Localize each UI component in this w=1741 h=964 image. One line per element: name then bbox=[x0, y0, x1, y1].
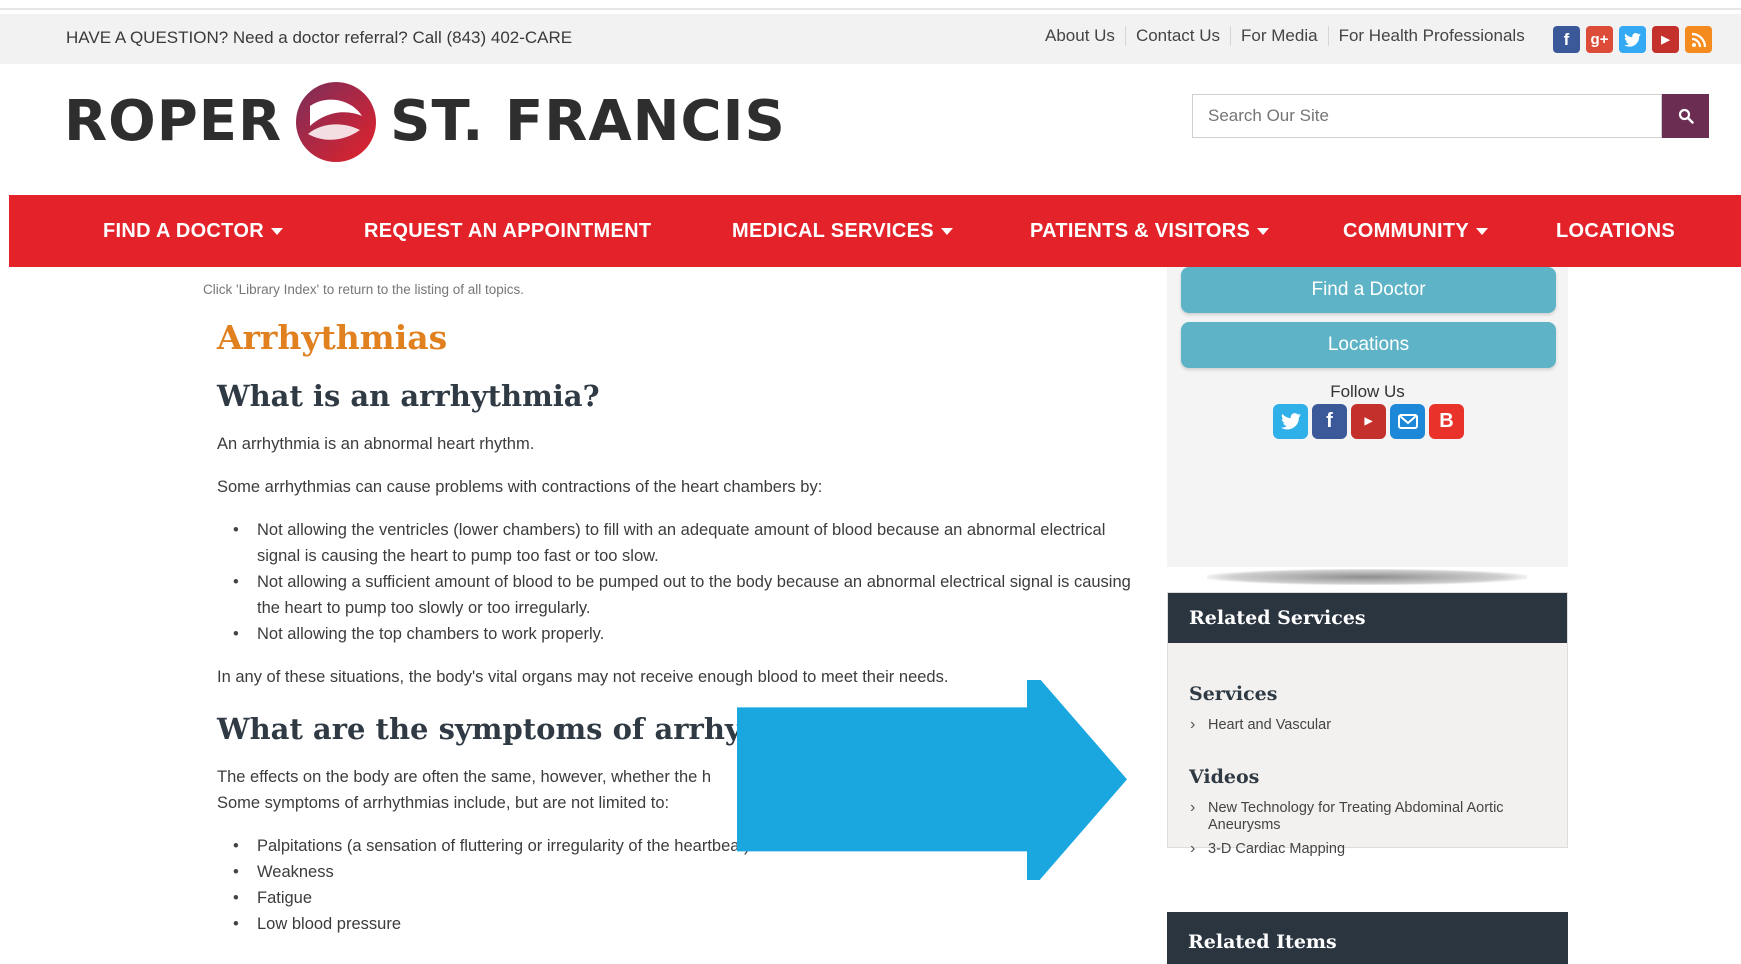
heading-what-is: What is an arrhythmia? bbox=[217, 379, 600, 413]
site-logo[interactable]: ROPER ST. FRANCIS bbox=[64, 76, 786, 166]
page-title: Arrhythmias bbox=[217, 318, 448, 357]
caret-down-icon bbox=[1257, 228, 1270, 235]
related-services-panel: Related Services Services Heart and Vasc… bbox=[1167, 592, 1568, 857]
for-health-professionals-link[interactable]: For Health Professionals bbox=[1327, 26, 1535, 46]
nav-community[interactable]: COMMUNITY bbox=[1343, 220, 1489, 243]
rss-icon[interactable] bbox=[1685, 26, 1712, 53]
google-plus-icon[interactable]: g+ bbox=[1586, 26, 1613, 53]
shadow-divider bbox=[1207, 569, 1527, 585]
for-media-link[interactable]: For Media bbox=[1230, 26, 1328, 46]
facebook-icon[interactable]: f bbox=[1312, 404, 1347, 439]
list-item: Not allowing the ventricles (lower chamb… bbox=[217, 517, 1132, 569]
logo-st-francis: ST. FRANCIS bbox=[390, 88, 786, 154]
logo-mark-icon bbox=[296, 82, 377, 162]
nav-label: FIND A DOCTOR bbox=[103, 220, 264, 242]
find-a-doctor-button[interactable]: Find a Doctor bbox=[1181, 267, 1556, 313]
referral-question: HAVE A QUESTION? Need a doctor referral?… bbox=[66, 28, 573, 47]
twitter-icon[interactable] bbox=[1273, 404, 1308, 439]
nav-locations[interactable]: LOCATIONS bbox=[1556, 220, 1675, 243]
follow-us-label: Follow Us bbox=[1330, 382, 1405, 401]
caret-down-icon bbox=[270, 228, 283, 235]
nav-label: MEDICAL SERVICES bbox=[732, 220, 934, 242]
list-item: Low blood pressure bbox=[217, 911, 1132, 937]
search-icon bbox=[1678, 108, 1694, 124]
twitter-icon[interactable] bbox=[1619, 26, 1646, 53]
video-link[interactable]: 3-D Cardiac Mapping bbox=[1168, 840, 1567, 858]
top-border bbox=[0, 0, 1741, 10]
services-heading: Services bbox=[1189, 683, 1278, 705]
paragraph: Some arrhythmias can cause problems with… bbox=[217, 478, 823, 496]
video-link[interactable]: New Technology for Treating Abdominal Ao… bbox=[1168, 799, 1538, 834]
service-link[interactable]: Heart and Vascular bbox=[1168, 716, 1567, 734]
nav-patients-visitors[interactable]: PATIENTS & VISITORS bbox=[1030, 220, 1270, 243]
blogger-icon[interactable]: B bbox=[1429, 404, 1464, 439]
facebook-icon[interactable]: f bbox=[1553, 26, 1580, 53]
page: HAVE A QUESTION? Need a doctor referral?… bbox=[0, 0, 1741, 964]
nav-find-a-doctor[interactable]: FIND A DOCTOR bbox=[103, 220, 283, 243]
search-input[interactable] bbox=[1193, 95, 1661, 137]
library-index-note: Click 'Library Index' to return to the l… bbox=[203, 282, 525, 297]
related-items-heading: Related Items bbox=[1167, 912, 1568, 964]
about-us-link[interactable]: About Us bbox=[1035, 26, 1125, 46]
search-box bbox=[1192, 94, 1662, 138]
nav-label: COMMUNITY bbox=[1343, 220, 1470, 242]
utility-links: About Us Contact Us For Media For Health… bbox=[1035, 26, 1535, 46]
nav-label: REQUEST AN APPOINTMENT bbox=[364, 220, 652, 242]
videos-heading: Videos bbox=[1189, 766, 1260, 788]
logo-roper: ROPER bbox=[64, 88, 283, 154]
contact-us-link[interactable]: Contact Us bbox=[1124, 26, 1230, 46]
nav-medical-services[interactable]: MEDICAL SERVICES bbox=[732, 220, 953, 243]
list-item: Not allowing the top chambers to work pr… bbox=[217, 621, 1132, 647]
list-item: Not allowing a sufficient amount of bloo… bbox=[217, 569, 1132, 621]
arrow-overlay-icon bbox=[737, 680, 1127, 880]
youtube-icon[interactable]: ▶ bbox=[1351, 404, 1386, 439]
email-icon[interactable] bbox=[1390, 404, 1425, 439]
youtube-icon[interactable]: ▶ bbox=[1652, 26, 1679, 53]
nav-request-appointment[interactable]: REQUEST AN APPOINTMENT bbox=[364, 220, 651, 243]
related-services-heading: Related Services bbox=[1168, 593, 1567, 643]
search-button[interactable] bbox=[1662, 94, 1709, 138]
social-links: f g+ ▶ bbox=[1553, 26, 1712, 53]
sidebar: Find a Doctor Locations Follow Us f ▶ B … bbox=[1167, 267, 1568, 964]
caret-down-icon bbox=[1476, 228, 1489, 235]
locations-button[interactable]: Locations bbox=[1181, 322, 1556, 368]
caret-down-icon bbox=[940, 228, 953, 235]
list-item: Fatigue bbox=[217, 885, 1132, 911]
paragraph: An arrhythmia is an abnormal heart rhyth… bbox=[217, 435, 535, 453]
nav-label: LOCATIONS bbox=[1556, 220, 1675, 242]
follow-icons: f ▶ B bbox=[1273, 404, 1464, 439]
bullet-list: Not allowing the ventricles (lower chamb… bbox=[217, 517, 1132, 647]
nav-label: PATIENTS & VISITORS bbox=[1030, 220, 1251, 242]
related-items-panel: Related Items bbox=[1167, 912, 1568, 964]
